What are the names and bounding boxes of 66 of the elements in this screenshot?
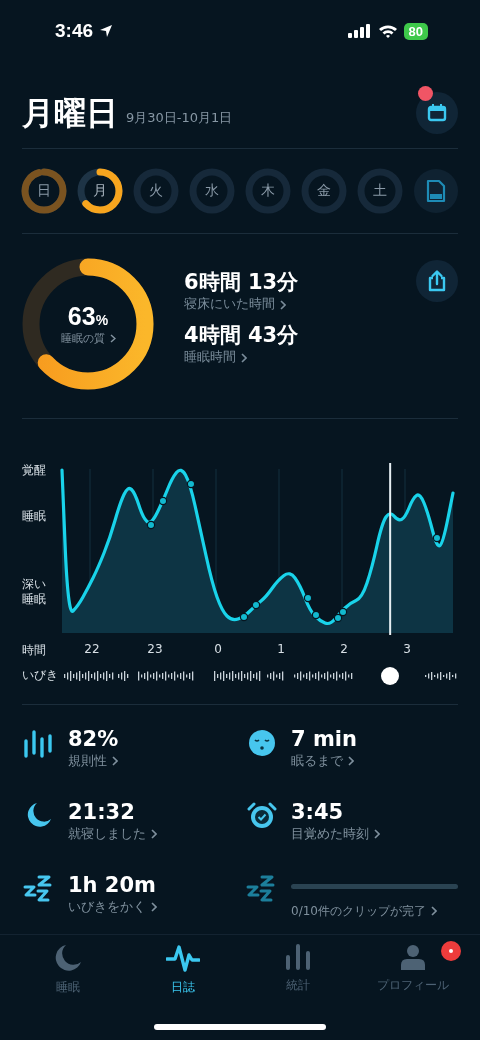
stat-link[interactable]: 就寝しました (68, 825, 146, 843)
tick-label: 1 (277, 642, 285, 657)
signal-icon (347, 24, 372, 39)
tab[interactable]: 日誌 (132, 943, 233, 996)
chevron-icon (112, 755, 118, 766)
chevron-icon (109, 334, 116, 344)
metric-value: 4時間 43分 (184, 322, 299, 350)
calendar-button[interactable] (416, 92, 458, 135)
axis-label: 覚醒 (22, 463, 47, 478)
quality-value: 63% (67, 302, 109, 332)
share-button[interactable] (416, 260, 458, 303)
stat-link[interactable]: 0/10件のクリップが完了 (291, 903, 426, 920)
location-arrow-icon (99, 24, 114, 39)
chevron-icon (151, 902, 157, 913)
tick-label: 23 (147, 642, 163, 657)
day-ring-button[interactable]: 日 (22, 169, 66, 214)
stat-value: 82% (68, 726, 120, 752)
day-ring-button[interactable]: 木 (246, 169, 290, 214)
tab[interactable]: 統計 (247, 943, 348, 996)
chevron-icon (151, 829, 157, 839)
quality-ring[interactable]: 63% 睡眠の質 (22, 258, 154, 391)
share-icon (426, 269, 448, 294)
metric-link[interactable]: 睡眠時間 (184, 349, 236, 367)
tab[interactable]: プロフィール (362, 943, 463, 996)
day-title: 月曜日 (22, 97, 118, 130)
bar-chart-icon (284, 943, 311, 971)
stat-link[interactable]: 規則性 (68, 751, 107, 770)
metric-link[interactable]: 寝床にいた時間 (184, 296, 275, 314)
report-button[interactable] (414, 169, 458, 214)
day-ring-button[interactable]: 土 (358, 169, 402, 214)
chevron-icon (280, 299, 286, 310)
battery-indicator: 80 (403, 22, 428, 40)
day-ring-button[interactable]: 月 (78, 169, 122, 214)
metric-value: 6時間 13分 (184, 269, 299, 297)
stat-value: 21:32 (68, 799, 136, 825)
tab[interactable]: 睡眠 (17, 943, 118, 996)
day-ring-button[interactable]: 水 (190, 169, 234, 214)
stat-link[interactable]: いびきをかく (68, 898, 146, 917)
axis-title: 時間 (22, 642, 47, 660)
quality-link[interactable]: 睡眠の質 (60, 331, 105, 347)
axis-label: 深い睡眠 (22, 577, 47, 606)
playhead-handle[interactable] (381, 666, 400, 685)
chevron-icon (374, 829, 380, 839)
tick-label: 22 (84, 642, 100, 657)
tick-label: 3 (403, 642, 411, 657)
status-time: 3:46 (55, 20, 94, 43)
stat-value: 1h 20m (68, 873, 157, 899)
day-ring-button[interactable]: 金 (302, 169, 346, 214)
pulse-icon (165, 943, 200, 973)
tick-label: 2 (340, 642, 348, 657)
snore-label: いびき (22, 668, 59, 684)
date-range: 9月30日-10月1日 (126, 109, 233, 128)
person-icon (399, 943, 426, 971)
stat-value: 7 min (291, 726, 358, 752)
day-ring-button[interactable]: 火 (134, 169, 178, 214)
stat-link[interactable]: 目覚めた時刻 (291, 825, 369, 843)
stat-link[interactable]: 眠るまで (291, 751, 343, 770)
axis-label: 睡眠 (22, 509, 47, 524)
chevron-icon (241, 352, 247, 363)
chevron-icon (348, 755, 354, 766)
alarm-clock-icon (245, 801, 279, 830)
document-icon (426, 179, 446, 204)
stat-value: 3:45 (291, 799, 345, 825)
wifi-icon (377, 24, 398, 39)
chevron-icon (430, 906, 437, 917)
tick-label: 0 (214, 642, 222, 657)
